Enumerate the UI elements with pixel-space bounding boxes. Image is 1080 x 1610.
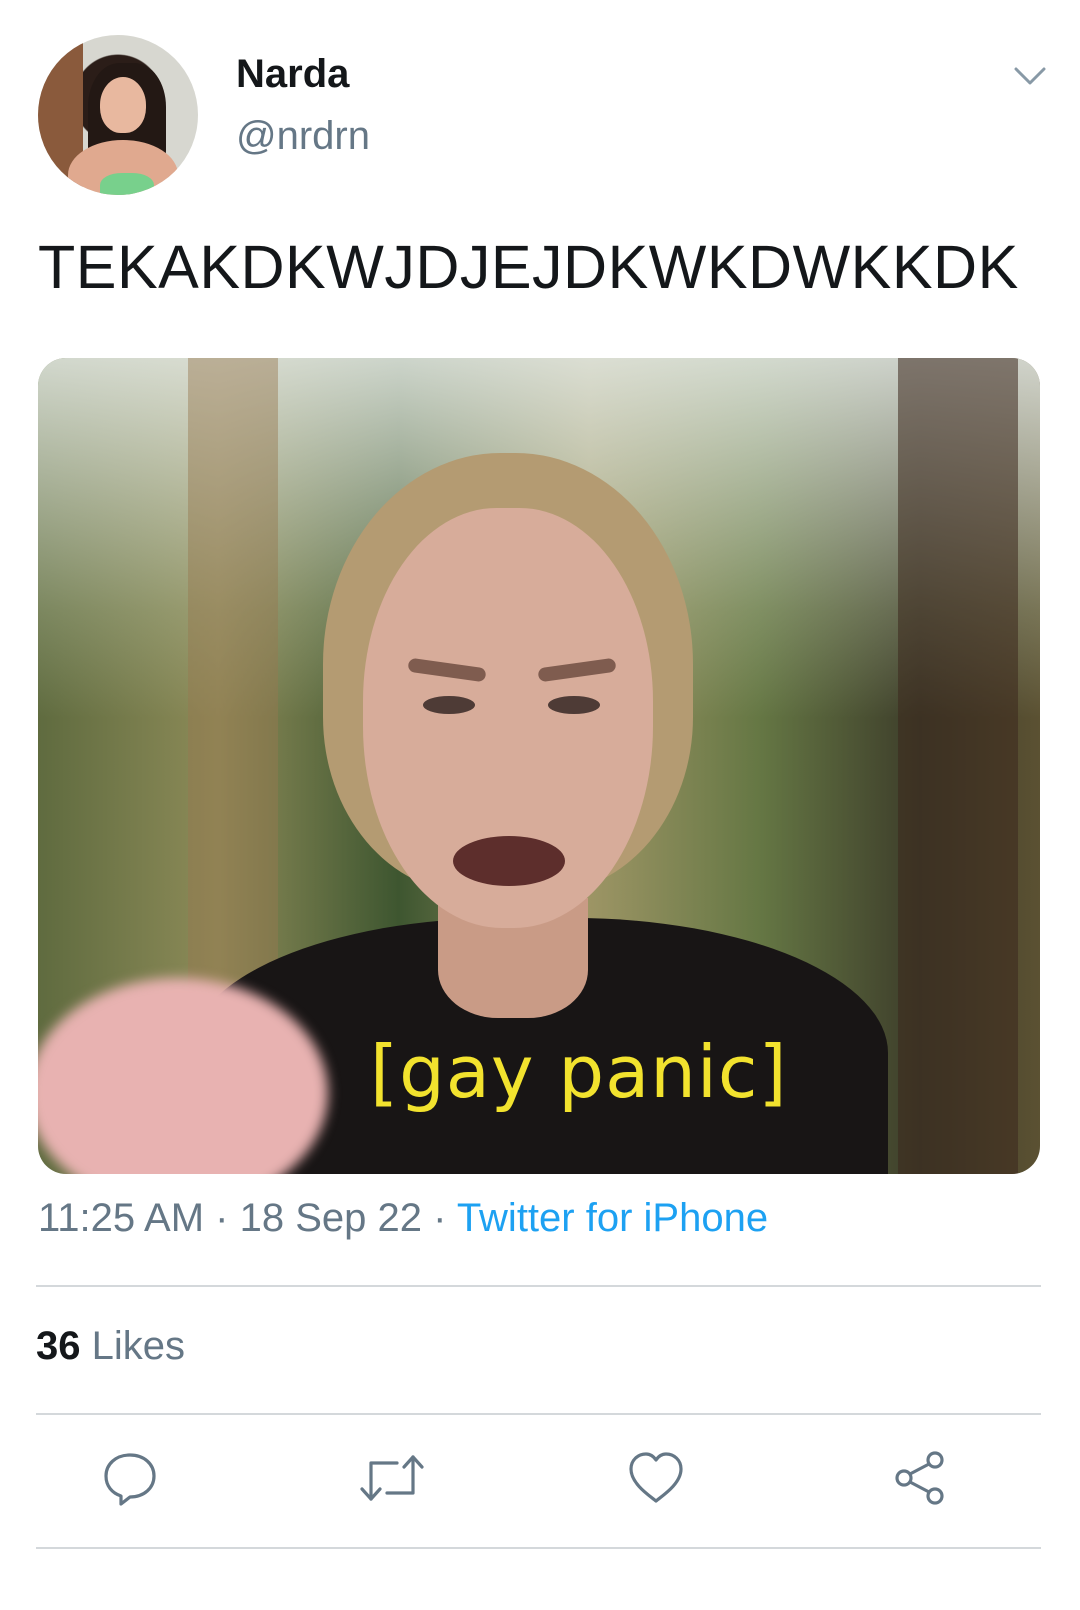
likes-label: Likes (80, 1324, 185, 1368)
author-handle[interactable]: @nrdrn (236, 114, 370, 159)
divider (36, 1413, 1041, 1415)
avatar-face (100, 77, 146, 133)
image-tree (898, 358, 1018, 1174)
share-icon (889, 1447, 951, 1509)
likes-count: 36 (36, 1324, 81, 1368)
tweet-meta: 11:25 AM · 18 Sep 22 · Twitter for iPhon… (38, 1196, 768, 1241)
image-caption: [gay panic] (370, 1030, 788, 1114)
likes-stat[interactable]: 36 Likes (36, 1324, 185, 1369)
chevron-down-icon[interactable] (1012, 62, 1048, 90)
image-eye (548, 696, 600, 714)
divider (36, 1547, 1041, 1549)
avatar[interactable] (38, 35, 198, 195)
retweet-button[interactable] (360, 1446, 424, 1510)
retweet-icon (357, 1447, 427, 1509)
share-button[interactable] (888, 1446, 952, 1510)
image-mouth (453, 836, 565, 886)
meta-separator: · (204, 1196, 240, 1240)
heart-icon (625, 1447, 687, 1509)
tweet-date: 18 Sep 22 (239, 1196, 422, 1240)
meta-separator: · (421, 1196, 457, 1240)
reply-button[interactable] (98, 1446, 162, 1510)
tweet-image[interactable]: [gay panic] (38, 358, 1040, 1174)
image-eye (423, 696, 475, 714)
author-name[interactable]: Narda (236, 52, 349, 97)
tweet: Narda @nrdrn TEKAKDKWJDJEJDKWKDWKKDK [ga… (0, 0, 1080, 1610)
tweet-source-link[interactable]: Twitter for iPhone (457, 1196, 768, 1240)
avatar-top (100, 173, 154, 195)
tweet-time: 11:25 AM (38, 1196, 205, 1240)
reply-icon (99, 1447, 161, 1509)
divider (36, 1285, 1041, 1287)
like-button[interactable] (624, 1446, 688, 1510)
tweet-text: TEKAKDKWJDJEJDKWKDWKKDK (38, 233, 1019, 301)
